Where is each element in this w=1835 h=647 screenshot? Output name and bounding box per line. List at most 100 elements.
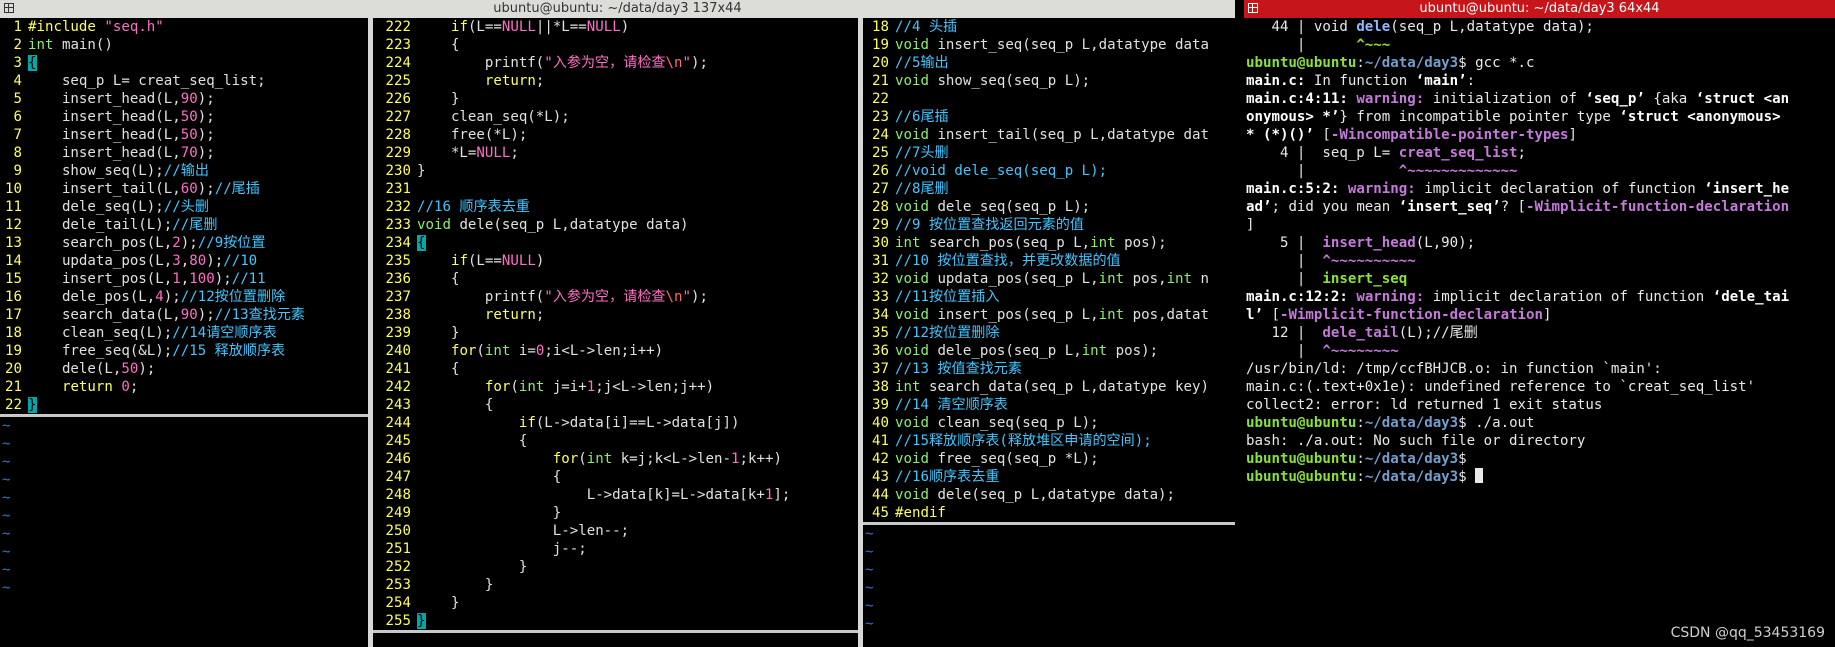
code-line[interactable]: 7 insert_head(L,50); [0, 126, 368, 144]
code-line[interactable]: 244 if(L->data[i]==L->data[j]) [373, 414, 858, 432]
code-line[interactable]: 239 } [373, 324, 858, 342]
code-line[interactable]: 222 if(L==NULL||*L==NULL) [373, 18, 858, 36]
code-line[interactable]: 249 } [373, 504, 858, 522]
code-line[interactable]: 45 #endif [863, 504, 1235, 522]
code-token: void [895, 127, 929, 143]
code-line[interactable]: 21 return 0; [0, 378, 368, 396]
code-line[interactable]: 28 void dele_seq(seq_p L); [863, 198, 1235, 216]
code-line[interactable]: 241 { [373, 360, 858, 378]
code-line[interactable]: 20 //5输出 [863, 54, 1235, 72]
code-line[interactable]: 30 int search_pos(seq_p L,int pos); [863, 234, 1235, 252]
code-line[interactable]: 24 void insert_tail(seq_p L,datatype dat [863, 126, 1235, 144]
code-line[interactable]: 3{ [0, 54, 368, 72]
code-line[interactable]: 254 } [373, 594, 858, 612]
pane-main-c[interactable]: 1 #include "seq.h" 2 int main() 3{4 seq_p L=… [0, 18, 368, 647]
code-line[interactable]: 15 insert_pos(L,1,100);//11 [0, 270, 368, 288]
code-line[interactable]: 2 int main() [0, 36, 368, 54]
code-line[interactable]: 18 clean_seq(L);//14请空顺序表 [0, 324, 368, 342]
code-line[interactable]: 237 printf("入参为空，请检查\n"); [373, 288, 858, 306]
code-line[interactable]: 255} [373, 612, 858, 630]
code-line[interactable]: 27 //8尾删 [863, 180, 1235, 198]
code-line[interactable]: 228 free(*L); [373, 126, 858, 144]
code-line[interactable]: 38 int search_data(seq_p L,datatype key) [863, 378, 1235, 396]
code-line[interactable]: 36 void dele_pos(seq_p L,int pos); [863, 342, 1235, 360]
code-line[interactable]: 235 if(L==NULL) [373, 252, 858, 270]
code-line[interactable]: 245 { [373, 432, 858, 450]
code-line[interactable]: 42 void free_seq(seq_p *L); [863, 450, 1235, 468]
code-line[interactable]: 34 void insert_pos(seq_p L,int pos,datat [863, 306, 1235, 324]
code-line[interactable]: 1 #include "seq.h" [0, 18, 368, 36]
code-line[interactable]: 225 return; [373, 72, 858, 90]
code-line[interactable]: 19 void insert_seq(seq_p L,datatype data [863, 36, 1235, 54]
code-line[interactable]: 32 void updata_pos(seq_p L,int pos,int n [863, 270, 1235, 288]
code-line[interactable]: 247 { [373, 468, 858, 486]
code-line[interactable]: 231 [373, 180, 858, 198]
window-menu-icon[interactable] [4, 3, 14, 13]
code-line[interactable]: 33 //11按位置插入 [863, 288, 1235, 306]
code-line[interactable]: 13 search_pos(L,2);//9按位置 [0, 234, 368, 252]
vim-window-titlebar[interactable]: ubuntu@ubuntu: ~/data/day3 137x44 [0, 0, 1235, 18]
code-line[interactable]: 29 //9 按位置查找返回元素的值 [863, 216, 1235, 234]
vim-terminal-window[interactable]: ubuntu@ubuntu: ~/data/day3 137x44 1 #incl… [0, 0, 1235, 647]
shell-window-titlebar[interactable]: ubuntu@ubuntu: ~/data/day3 64x44 [1244, 0, 1835, 18]
code-line[interactable]: 240 for(int i=0;i<L->len;i++) [373, 342, 858, 360]
code-line[interactable]: 37 //13 按值查找元素 [863, 360, 1235, 378]
code-line[interactable]: 43 //16顺序表去重 [863, 468, 1235, 486]
code-line[interactable]: 44 void dele(seq_p L,datatype data); [863, 486, 1235, 504]
code-line[interactable]: 238 return; [373, 306, 858, 324]
window-menu-icon[interactable] [1248, 3, 1258, 13]
shell-terminal-window[interactable]: ubuntu@ubuntu: ~/data/day3 64x44 44 | vo… [1244, 0, 1835, 647]
code-line[interactable]: 5 insert_head(L,90); [0, 90, 368, 108]
code-line[interactable]: 6 insert_head(L,50); [0, 108, 368, 126]
code-line[interactable]: 41 //15释放顺序表(释放堆区申请的空间); [863, 432, 1235, 450]
code-line[interactable]: 18 //4 头插 [863, 18, 1235, 36]
code-line[interactable]: 243 { [373, 396, 858, 414]
code-line[interactable]: 233 void dele(seq_p L,datatype data) [373, 216, 858, 234]
code-line[interactable]: 4 seq_p L= creat_seq_list; [0, 72, 368, 90]
terminal-cursor[interactable] [1475, 468, 1484, 483]
code-line[interactable]: 35 //12按位置删除 [863, 324, 1235, 342]
code-line[interactable]: 40 void clean_seq(seq_p L); [863, 414, 1235, 432]
code-line[interactable]: 12 dele_tail(L);//尾删 [0, 216, 368, 234]
code-line[interactable]: 234 { [373, 234, 858, 252]
code-line[interactable]: 248 L->data[k]=L->data[k+1]; [373, 486, 858, 504]
code-line[interactable]: 21 void show_seq(seq_p L); [863, 72, 1235, 90]
code-line[interactable]: 10 insert_tail(L,60);//尾插 [0, 180, 368, 198]
code-line[interactable]: 14 updata_pos(L,3,80);//10 [0, 252, 368, 270]
pane-seq-h[interactable]: 18 //4 头插 19 void insert_seq(seq_p L,dataty… [863, 18, 1235, 647]
code-line[interactable]: 242 for(int j=i+1;j<L->len;j++) [373, 378, 858, 396]
terminal-text: insert_seq [1322, 271, 1408, 287]
code-line[interactable]: 246 for(int k=j;k<L->len-1;k++) [373, 450, 858, 468]
code-line[interactable]: 253 } [373, 576, 858, 594]
code-line[interactable]: 223 { [373, 36, 858, 54]
code-line[interactable]: 224 printf("入参为空，请检查\n"); [373, 54, 858, 72]
code-line[interactable]: 236 { [373, 270, 858, 288]
code-line[interactable]: 19 free_seq(&L);//15 释放顺序表 [0, 342, 368, 360]
code-line[interactable]: 9 show_seq(L);//输出 [0, 162, 368, 180]
terminal-text: ‘insert_seq’ [1398, 199, 1501, 215]
code-line[interactable]: 8 insert_head(L,70); [0, 144, 368, 162]
code-line[interactable]: 229 *L=NULL; [373, 144, 858, 162]
code-line[interactable]: 20 dele(L,50); [0, 360, 368, 378]
code-line[interactable]: 227 clean_seq(*L); [373, 108, 858, 126]
code-line[interactable]: 11 dele_seq(L);//头删 [0, 198, 368, 216]
code-line[interactable]: 23 //6尾插 [863, 108, 1235, 126]
code-token: int [1098, 307, 1125, 323]
code-line[interactable]: 22} [0, 396, 368, 414]
code-line[interactable]: 31 //10 按位置查找，并更改数据的值 [863, 252, 1235, 270]
code-line[interactable]: 232 //16 顺序表去重 [373, 198, 858, 216]
terminal-output[interactable]: 44 | void dele(seq_p L,datatype data); |… [1244, 18, 1835, 647]
code-line[interactable]: 252 } [373, 558, 858, 576]
code-line[interactable]: 39 //14 清空顺序表 [863, 396, 1235, 414]
code-line[interactable]: 25 //7头删 [863, 144, 1235, 162]
code-line[interactable]: 22 [863, 90, 1235, 108]
code-line[interactable]: 250 L->len--; [373, 522, 858, 540]
empty-line-marker: ~ [865, 598, 874, 614]
code-line[interactable]: 226 } [373, 90, 858, 108]
pane-seq-c[interactable]: 222 if(L==NULL||*L==NULL) 223 {224 printf… [373, 18, 858, 647]
code-line[interactable]: 251 j--; [373, 540, 858, 558]
code-line[interactable]: 17 search_data(L,90);//13查找元素 [0, 306, 368, 324]
code-line[interactable]: 230} [373, 162, 858, 180]
code-line[interactable]: 26 //void dele_seq(seq_p L); [863, 162, 1235, 180]
code-line[interactable]: 16 dele_pos(L,4);//12按位置删除 [0, 288, 368, 306]
